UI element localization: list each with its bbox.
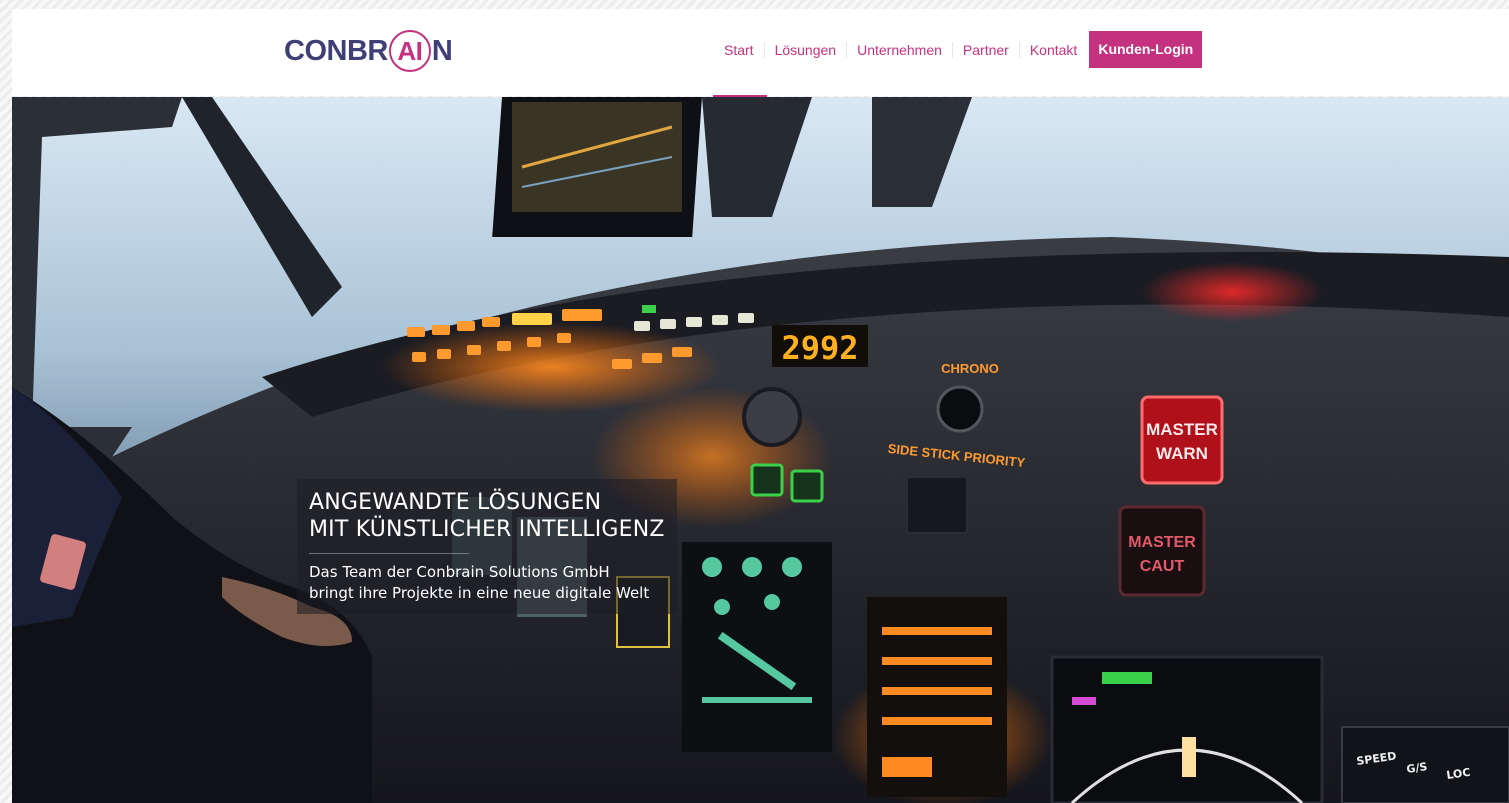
nav-item-loesungen[interactable]: Lösungen (763, 41, 847, 58)
logo-suffix: N (431, 34, 453, 67)
kunden-login-button[interactable]: Kunden-Login (1089, 31, 1203, 68)
hero-subtitle-line-1: Das Team der Conbrain Solutions GmbH (309, 563, 610, 581)
master-caut-label-1: MASTER (1128, 534, 1196, 551)
hero-divider (309, 553, 469, 554)
nav-item-unternehmen[interactable]: Unternehmen (846, 41, 952, 58)
master-warn-label-1: MASTER (1146, 420, 1218, 439)
altimeter-readout: 2992 (781, 329, 858, 367)
site-header: CONBR AI N Start Lösungen Unternehmen Pa… (12, 9, 1509, 96)
cockpit-illustration: 2992 CHRONO SIDE STICK PRIORITY MASTER W… (12, 97, 1509, 803)
conbrain-logo[interactable]: CONBR AI N (284, 29, 453, 73)
hero-title: ANGEWANDTE LÖSUNGEN MIT KÜNSTLICHER INTE… (309, 489, 665, 543)
master-caut-label-2: CAUT (1140, 558, 1185, 575)
hero-caption: ANGEWANDTE LÖSUNGEN MIT KÜNSTLICHER INTE… (297, 479, 677, 614)
hero-subtitle-line-2: bringt ihre Projekte in eine neue digita… (309, 584, 650, 602)
logo-prefix: CONBR (284, 34, 388, 67)
hero-title-line-1: ANGEWANDTE LÖSUNGEN (309, 490, 602, 515)
main-nav: Start Lösungen Unternehmen Partner Konta… (714, 31, 1203, 68)
hero-banner: 2992 CHRONO SIDE STICK PRIORITY MASTER W… (12, 97, 1509, 803)
nav-item-kontakt[interactable]: Kontakt (1018, 41, 1087, 58)
chrono-label: CHRONO (941, 361, 999, 376)
nav-item-partner[interactable]: Partner (951, 41, 1019, 58)
hero-title-line-2: MIT KÜNSTLICHER INTELLIGENZ (309, 517, 665, 542)
hero-subtitle: Das Team der Conbrain Solutions GmbH bri… (309, 562, 665, 604)
logo-ai-ring: AI (388, 30, 431, 72)
master-warn-label-2: WARN (1156, 444, 1208, 463)
nav-item-start[interactable]: Start (714, 42, 764, 58)
